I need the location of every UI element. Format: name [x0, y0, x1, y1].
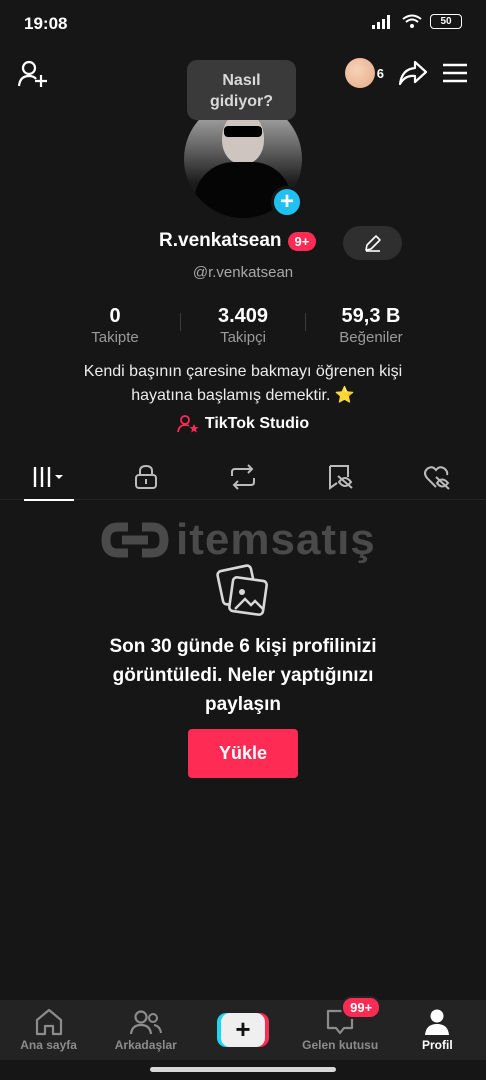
- nav-profile[interactable]: Profil: [392, 1008, 482, 1052]
- share-icon[interactable]: [398, 60, 428, 86]
- home-indicator[interactable]: [150, 1067, 336, 1072]
- signal-icon: [372, 14, 390, 29]
- topbar-actions: 6: [344, 58, 468, 88]
- nav-friends[interactable]: Arkadaşlar: [101, 1008, 191, 1052]
- stat-label: Takipçi: [220, 329, 266, 346]
- nav-label: Arkadaşlar: [114, 1038, 177, 1052]
- grid-icon: [33, 466, 63, 487]
- tab-liked[interactable]: [407, 454, 467, 500]
- stat-value: 3.409: [217, 305, 269, 327]
- tab-private[interactable]: [116, 454, 176, 500]
- watermark-text: itemsatış: [176, 515, 376, 564]
- stat-followers[interactable]: 3.409 Takipçi: [188, 305, 298, 346]
- status-icons: 50: [372, 14, 462, 29]
- liked-icon: [424, 465, 451, 490]
- profile-viewers[interactable]: 6: [344, 58, 384, 88]
- tab-favorites[interactable]: [310, 454, 370, 500]
- empty-line: Son 30 günde 6 kişi profilinizi: [109, 636, 377, 657]
- bottom-nav: Ana sayfa Arkadaşlar + 99+ Gelen kutusu …: [0, 996, 486, 1060]
- profile-icon: [425, 1009, 450, 1035]
- nav-home[interactable]: Ana sayfa: [4, 1008, 94, 1052]
- status-time: 19:08: [24, 14, 68, 33]
- bio-line: Kendi başının çaresine bakmayı öğrenen k…: [83, 363, 403, 380]
- nav-inbox[interactable]: 99+ Gelen kutusu: [295, 996, 385, 1052]
- bubble-line2: gidiyor?: [209, 93, 274, 110]
- nav-create[interactable]: +: [198, 1013, 288, 1047]
- nav-label: Ana sayfa: [20, 1038, 77, 1052]
- status-bubble[interactable]: Nasıl gidiyor?: [187, 60, 296, 120]
- tab-videos[interactable]: [19, 454, 79, 501]
- content-tabs: [0, 454, 486, 501]
- add-person-icon: [17, 60, 47, 87]
- studio-label: TikTok Studio: [204, 415, 310, 432]
- watermark-logo-icon: [101, 522, 169, 558]
- bubble-line1: Nasıl: [222, 72, 261, 89]
- plus-icon: +: [220, 1013, 265, 1047]
- profile-stats: 0 Takipte 3.409 Takipçi 59,3 B Beğeniler: [60, 305, 426, 346]
- username-row: R.venkatsean 9+: [159, 230, 317, 252]
- viewer-avatar: [344, 58, 375, 88]
- add-story-button[interactable]: +: [271, 186, 303, 218]
- edit-profile-button[interactable]: [343, 226, 402, 260]
- stat-label: Beğeniler: [339, 329, 403, 346]
- tiktok-studio-link[interactable]: TikTok Studio: [0, 414, 486, 434]
- menu-icon[interactable]: [442, 63, 468, 83]
- repost-icon: [230, 463, 255, 490]
- user-handle: @r.venkatsean: [192, 264, 294, 281]
- add-friend-button[interactable]: [17, 60, 48, 93]
- divider: [180, 313, 181, 331]
- create-button[interactable]: +: [216, 1013, 269, 1047]
- pencil-icon: [364, 235, 381, 252]
- stat-following[interactable]: 0 Takipte: [60, 305, 170, 346]
- nav-label: Gelen kutusu: [302, 1038, 379, 1052]
- stat-value: 0: [109, 305, 121, 327]
- friends-icon: [129, 1010, 162, 1035]
- studio-person-icon: [176, 415, 199, 433]
- username: R.venkatsean: [159, 230, 282, 251]
- stat-label: Takipte: [91, 329, 139, 346]
- bio: Kendi başının çaresine bakmayı öğrenen k…: [0, 360, 486, 408]
- home-icon: [35, 1008, 62, 1036]
- inbox-badge: 99+: [341, 996, 382, 1019]
- stat-value: 59,3 B: [341, 305, 401, 327]
- upload-button[interactable]: Yükle: [188, 729, 298, 778]
- wifi-icon: [402, 14, 422, 28]
- battery-icon: 50: [430, 14, 462, 29]
- empty-line: paylaşın: [204, 694, 282, 715]
- empty-line: görüntüledi. Neler yaptığınızı: [112, 665, 374, 686]
- divider: [305, 313, 306, 331]
- tab-reposts[interactable]: [213, 454, 273, 500]
- watermark: itemsatış: [100, 515, 376, 565]
- bio-line: hayatına başlamış demektir. ⭐: [131, 387, 355, 404]
- photos-icon: [216, 562, 270, 623]
- nav-label: Profil: [422, 1038, 453, 1052]
- empty-state-message: Son 30 günde 6 kişi profilinizi görüntül…: [40, 632, 446, 719]
- favorites-icon: [329, 464, 353, 490]
- notification-badge[interactable]: 9+: [287, 231, 317, 251]
- lock-icon: [134, 464, 157, 489]
- stat-likes[interactable]: 59,3 B Beğeniler: [316, 305, 426, 346]
- viewer-count: 6: [376, 65, 384, 81]
